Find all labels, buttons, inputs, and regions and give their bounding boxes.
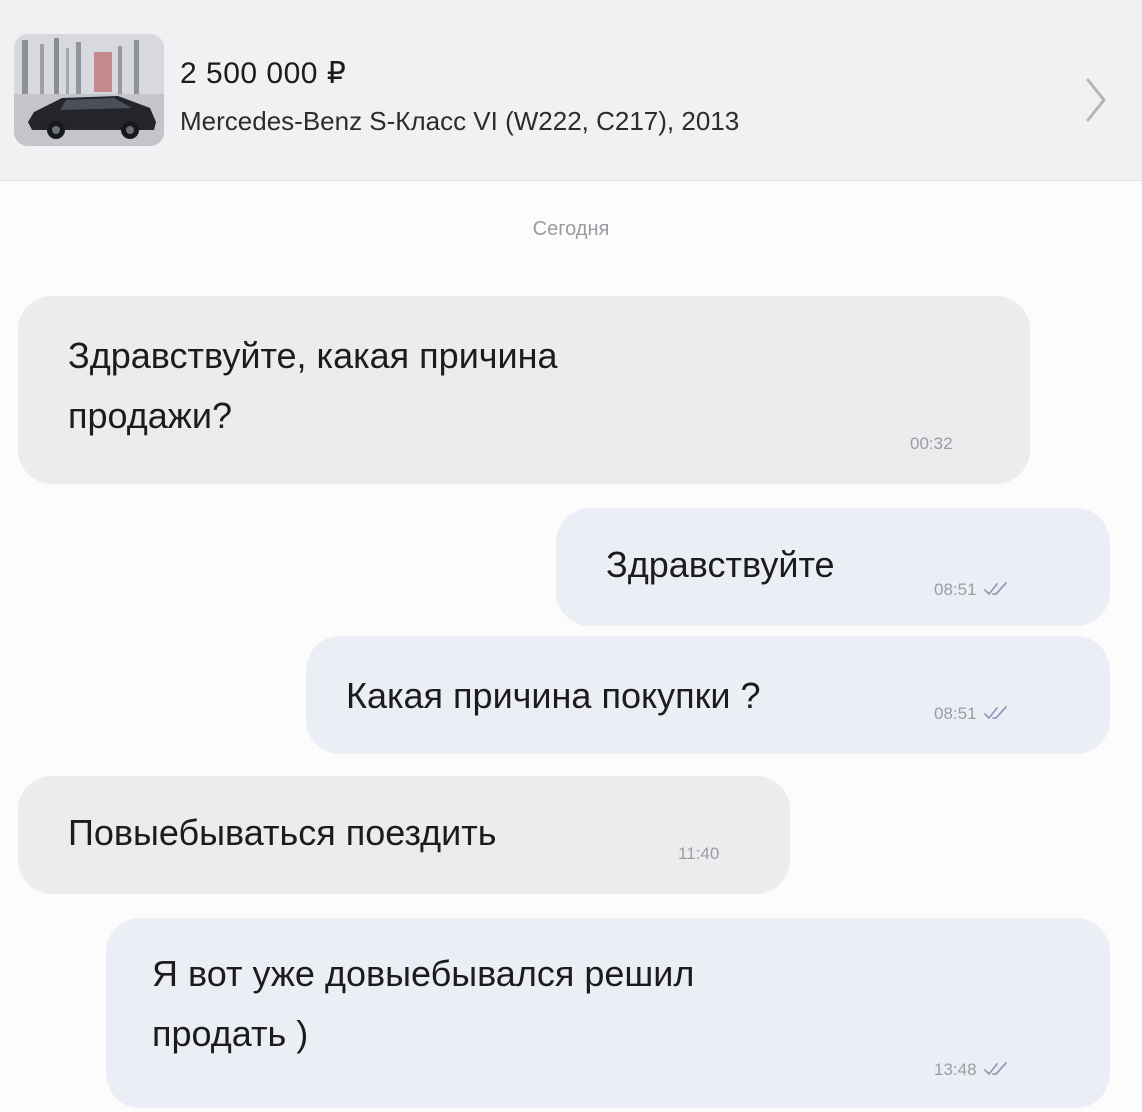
message-time: 13:48 — [934, 1060, 977, 1079]
message-time: 11:40 — [678, 844, 720, 863]
message-bubble-incoming[interactable]: Повыебываться поездить 11:40 — [18, 776, 790, 894]
listing-title: Mercedes-Benz S-Класс VI (W222, C217), 2… — [180, 106, 740, 136]
message-text: Здравствуйте — [606, 544, 835, 585]
listing-thumbnail[interactable] — [14, 34, 164, 146]
message-time: 00:32 — [910, 434, 953, 453]
message-text: Я вот уже довыебывался решил продать ) — [152, 953, 695, 1054]
message-text: Повыебываться поездить — [68, 812, 497, 853]
read-ticks-icon — [984, 706, 1007, 719]
message-time: 08:51 — [934, 580, 977, 599]
listing-price: 2 500 000 ₽ — [180, 57, 347, 90]
date-separator: Сегодня — [532, 218, 610, 240]
chevron-right-icon[interactable] — [1078, 70, 1114, 130]
listing-header[interactable]: 2 500 000 ₽ Mercedes-Benz S-Класс VI (W2… — [0, 0, 1142, 181]
message-bubble-outgoing[interactable]: Какая причина покупки ? 08:51 — [306, 636, 1110, 754]
message-text: Здравствуйте, какая причина продажи? — [68, 335, 558, 436]
read-ticks-icon — [984, 582, 1007, 595]
message-bubble-outgoing[interactable]: Я вот уже довыебывался решил продать ) 1… — [106, 918, 1110, 1108]
message-bubble-outgoing[interactable]: Здравствуйте 08:51 — [556, 508, 1110, 626]
read-ticks-icon — [984, 1062, 1007, 1075]
message-time: 08:51 — [934, 704, 977, 723]
message-text: Какая причина покупки ? — [346, 675, 761, 716]
message-bubble-incoming[interactable]: Здравствуйте, какая причина продажи? 00:… — [18, 296, 1030, 484]
car-photo-icon — [14, 34, 164, 146]
